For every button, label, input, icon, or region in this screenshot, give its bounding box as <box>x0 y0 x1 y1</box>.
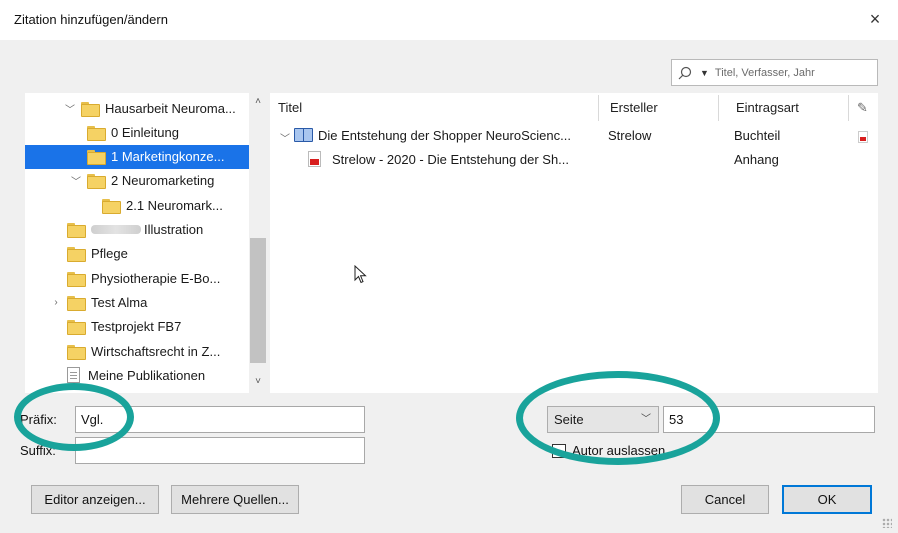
resize-grip-icon[interactable] <box>882 518 892 528</box>
mouse-pointer-icon <box>354 265 367 284</box>
item-list: Titel Ersteller Eintragsart ✎ ﹀ Die Ents… <box>270 93 878 393</box>
collection-tree: ﹀ Hausarbeit Neuroma... 0 Einleitung 1 Mark… <box>25 93 267 393</box>
tree-item-label: Wirtschaftsrecht in Z... <box>91 343 221 359</box>
pdf-file-icon <box>308 151 329 167</box>
item-creator: Strelow <box>608 128 652 143</box>
book-section-icon <box>294 128 318 143</box>
scroll-down-icon[interactable]: ˅ <box>249 376 267 387</box>
redacted-text <box>91 225 141 234</box>
chevron-down-icon: ﹀ <box>641 414 651 425</box>
search-mode-dropdown-icon[interactable]: ▼ <box>700 68 709 78</box>
item-type: Buchteil <box>734 128 781 143</box>
folder-icon <box>87 125 106 141</box>
cancel-button[interactable]: Cancel <box>681 485 769 514</box>
folder-icon <box>67 344 86 360</box>
tree-item-label: 2.1 Neuromark... <box>126 197 223 213</box>
tree-item-label: Meine Publikationen <box>88 367 206 383</box>
folder-icon <box>67 320 86 336</box>
suffix-input[interactable] <box>75 437 365 464</box>
tree-item-label: Illustration <box>144 222 204 237</box>
locator-input[interactable]: 53 <box>663 406 875 433</box>
multiple-sources-button[interactable]: Mehrere Quellen... <box>171 485 299 514</box>
search-icon <box>678 66 692 79</box>
folder-icon <box>81 101 100 117</box>
folder-icon <box>102 198 121 214</box>
prefix-label: Präfix: <box>20 412 57 427</box>
folder-icon <box>67 271 86 287</box>
tree-item[interactable]: Wirtschaftsrecht in Z... <box>67 339 220 363</box>
column-header-title[interactable]: Titel <box>278 93 302 123</box>
expand-chevron-icon[interactable]: ﹀ <box>280 130 290 145</box>
locator-select[interactable]: Seite ﹀ <box>547 406 659 433</box>
tree-item[interactable]: ﹀ Hausarbeit Neuroma... <box>65 96 236 120</box>
locator-select-value: Seite <box>554 412 584 427</box>
title-bar: Zitation hinzufügen/ändern × <box>0 0 898 40</box>
column-header-type[interactable]: Eintragsart <box>736 93 799 123</box>
folder-icon <box>67 247 86 263</box>
tree-item-label: 2 Neuromarketing <box>111 173 215 189</box>
tree-item[interactable]: Pflege <box>67 242 128 266</box>
tree-item[interactable]: › Test Alma <box>54 290 148 314</box>
tree-item-label: 1 Marketingkonze... <box>111 149 225 165</box>
folder-icon <box>67 223 86 238</box>
tree-item[interactable]: ﹀ 2 Neuromarketing <box>71 169 215 193</box>
scroll-up-icon[interactable]: ˄ <box>249 96 267 107</box>
prefix-input[interactable]: Vgl. <box>75 406 365 433</box>
suffix-label: Suffix: <box>20 443 56 458</box>
tree-item[interactable]: 0 Einleitung <box>87 120 179 144</box>
item-type: Anhang <box>734 152 779 167</box>
tree-item[interactable]: Meine Publikationen <box>67 363 205 387</box>
tree-item-label: Pflege <box>91 246 128 262</box>
folder-icon <box>87 174 106 190</box>
tree-item[interactable]: Testprojekt FB7 <box>67 315 181 339</box>
table-row[interactable]: Strelow - 2020 - Die Entstehung der Sh..… <box>270 148 878 172</box>
chevron-down-icon[interactable]: ﹀ <box>63 101 77 116</box>
search-input[interactable] <box>712 65 863 80</box>
tree-item[interactable]: 1 Marketingkonze... <box>25 144 249 169</box>
search-box[interactable]: ▼ <box>671 59 878 86</box>
tree-item[interactable]: Illustration <box>67 218 203 242</box>
tree-item[interactable]: 2.1 Neuromark... <box>102 193 223 217</box>
citation-dialog: Zitation hinzufügen/ändern × ▼ ﹀ Hausarbe… <box>0 0 898 533</box>
omit-author-label[interactable]: Autor auslassen <box>572 443 665 458</box>
item-title: Strelow - 2020 - Die Entstehung der Sh..… <box>332 152 570 167</box>
omit-author-checkbox[interactable] <box>552 444 566 458</box>
document-icon <box>67 367 80 384</box>
folder-icon <box>87 150 106 166</box>
tree-scrollbar[interactable]: ˄ ˅ <box>249 93 267 393</box>
tree-item-label: Physiotherapie E-Bo... <box>91 270 221 286</box>
attachment-column-icon[interactable]: ✎ <box>857 93 868 123</box>
tree-item[interactable]: Physiotherapie E-Bo... <box>67 266 220 290</box>
column-header-creator[interactable]: Ersteller <box>610 93 658 123</box>
close-button[interactable]: × <box>864 8 886 30</box>
scrollbar-thumb[interactable] <box>250 238 266 363</box>
tree-item-label: Hausarbeit Neuroma... <box>105 100 236 116</box>
ok-button[interactable]: OK <box>782 485 872 514</box>
show-editor-button[interactable]: Editor anzeigen... <box>31 485 159 514</box>
chevron-down-icon[interactable]: ﹀ <box>69 173 83 188</box>
tree-item-label: 0 Einleitung <box>111 124 179 140</box>
tree-item-label: Testprojekt FB7 <box>91 319 182 335</box>
chevron-right-icon[interactable]: › <box>49 297 63 308</box>
item-title: Die Entstehung der Shopper NeuroScienc..… <box>318 128 571 143</box>
dialog-title: Zitation hinzufügen/ändern <box>14 12 168 27</box>
tree-item-label: Test Alma <box>91 294 148 310</box>
table-row[interactable]: ﹀ Die Entstehung der Shopper NeuroScienc… <box>270 124 878 148</box>
pdf-attachment-icon[interactable] <box>858 131 868 146</box>
folder-icon <box>67 295 86 311</box>
